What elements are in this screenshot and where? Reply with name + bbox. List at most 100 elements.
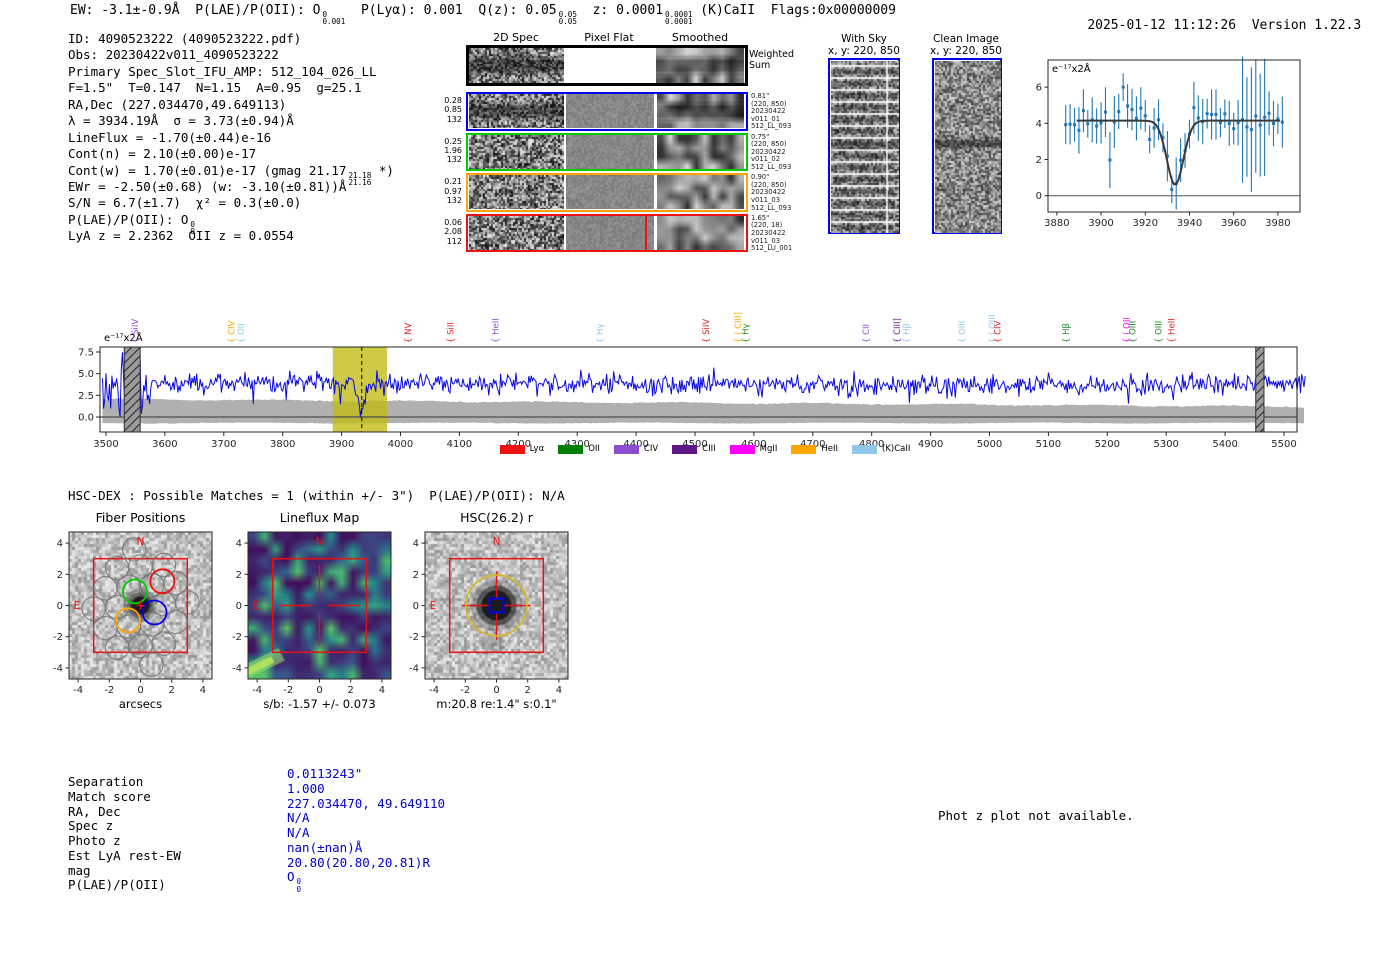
match-table-value: 1.000 bbox=[287, 780, 325, 796]
info-line: λ = 3934.19Å σ = 3.73(±0.94)Å bbox=[68, 113, 294, 129]
info-line: Cont(n) = 2.10(±0.00)e-17 bbox=[68, 146, 257, 162]
elixer-detection-report: EW: -3.1±-0.9Å P(LAE)/P(OII): O 0 0.001 P(… bbox=[0, 0, 1400, 953]
match-table-label: Spec z bbox=[68, 818, 114, 834]
svg-text:s/b: -1.57 +/- 0.073: s/b: -1.57 +/- 0.073 bbox=[263, 697, 375, 711]
svg-text:2: 2 bbox=[1036, 155, 1042, 166]
svg-text:5500: 5500 bbox=[1271, 439, 1296, 450]
svg-text:3980: 3980 bbox=[1265, 218, 1290, 229]
legend-item: (K)CaII bbox=[852, 444, 910, 454]
svg-text:-2: -2 bbox=[283, 685, 293, 696]
svg-text:e⁻¹⁷x2Å: e⁻¹⁷x2Å bbox=[1052, 62, 1091, 75]
svg-text:2: 2 bbox=[236, 570, 242, 581]
legend-label: MgII bbox=[759, 444, 778, 454]
info-line: S/N = 6.7(±1.7) χ² = 0.3(±0.0) bbox=[68, 195, 302, 211]
match-table-value: 20.80(20.80,20.81)R bbox=[287, 854, 430, 870]
spec2d-col-header: Pixel Flat bbox=[584, 31, 634, 44]
legend-swatch bbox=[852, 444, 878, 454]
svg-text:3920: 3920 bbox=[1133, 218, 1158, 229]
spec2d-weighted-label: Weighted Sum bbox=[749, 49, 794, 71]
fiber_positions-overlay: Fiber Positions N E -4 -4 -2 -2 0 0 2 2 4 4 arcsecs bbox=[53, 510, 213, 711]
svg-text:-2: -2 bbox=[460, 685, 470, 696]
svg-text:N: N bbox=[137, 536, 145, 548]
svg-text:N: N bbox=[493, 536, 501, 548]
spec2d-row-left-values: 0.06 2.08 112 bbox=[444, 217, 462, 246]
svg-text:-4: -4 bbox=[53, 663, 63, 674]
spec2d-row-smoothed bbox=[657, 134, 744, 169]
sky-panel-title: With Sky bbox=[841, 33, 887, 45]
svg-text:HSC(26.2) r: HSC(26.2) r bbox=[460, 510, 534, 525]
full-spectrum-plot: 3500360037003800390040004100420043004400… bbox=[78, 312, 1306, 450]
spec2d-row-2d bbox=[469, 215, 564, 250]
svg-text:2.5: 2.5 bbox=[78, 391, 94, 402]
spec2d-row-smoothed bbox=[657, 175, 744, 210]
svg-text:4: 4 bbox=[556, 685, 562, 696]
spec2d-row-pixelflat bbox=[566, 94, 654, 128]
legend-label: HeII bbox=[821, 444, 839, 454]
match-table-label: RA, Dec bbox=[68, 803, 121, 819]
legend-swatch bbox=[672, 444, 698, 454]
svg-text:5000: 5000 bbox=[977, 439, 1002, 450]
info-line: RA,Dec (227.034470,49.649113) bbox=[68, 96, 287, 112]
spec2d-row-pixelflat bbox=[566, 175, 654, 210]
stacked-fraction: 0.0001 0.0001 bbox=[665, 10, 693, 27]
line-fit-plot: 3880 3900 3920 3940 3960 3980 0 2 4 6 e⁻¹⁷x2Å bbox=[1036, 56, 1301, 229]
svg-text:0: 0 bbox=[137, 685, 143, 696]
sky-panel-coords: x, y: 220, 850 bbox=[930, 45, 1002, 57]
svg-text:4: 4 bbox=[413, 539, 419, 550]
spec2d-row-right-labels: 0.81" (220, 850) 20230422 v011_01 512_LL_093 bbox=[751, 92, 792, 131]
clean-image bbox=[934, 60, 1001, 233]
legend-swatch bbox=[613, 444, 639, 454]
lineflux_map-overlay: Lineflux Map N E -4 -4 -2 -2 0 0 2 2 4 4 s/b: -1.57 +… bbox=[232, 510, 392, 711]
svg-text:-2: -2 bbox=[53, 632, 63, 643]
header-summary-line: EW: -3.1±-0.9Å P(LAE)/P(OII): O 0 0.001 P(… bbox=[70, 3, 896, 27]
svg-text:4: 4 bbox=[379, 685, 385, 696]
svg-text:0: 0 bbox=[236, 601, 242, 612]
legend-label: Lyα bbox=[529, 444, 545, 454]
match-table-label: Match score bbox=[68, 788, 151, 804]
svg-text:3900: 3900 bbox=[329, 439, 354, 450]
svg-text:5400: 5400 bbox=[1212, 439, 1237, 450]
svg-text:3960: 3960 bbox=[1221, 218, 1246, 229]
emission-line-marker: { Hβ bbox=[902, 323, 912, 343]
emission-line-marker: { Hγ bbox=[596, 323, 606, 343]
stacked-fraction: 0.05 0.05 bbox=[558, 10, 577, 27]
with-sky-image bbox=[830, 60, 899, 233]
svg-text:Fiber Positions: Fiber Positions bbox=[96, 510, 186, 525]
match-table-label: Photo z bbox=[68, 833, 121, 849]
emission-line-marker: { OIII bbox=[958, 321, 968, 343]
legend-label: (K)CaII bbox=[882, 444, 911, 454]
stacked-fraction: 21.18 21.16 bbox=[348, 170, 372, 187]
emission-line-marker: { OIII bbox=[1129, 321, 1139, 343]
svg-text:4: 4 bbox=[1036, 119, 1042, 130]
svg-text:2: 2 bbox=[348, 685, 354, 696]
svg-text:0: 0 bbox=[493, 685, 499, 696]
svg-text:2: 2 bbox=[169, 685, 175, 696]
info-line: F=1.5" T=0.147 N=1.15 A=0.95 g=25.1 bbox=[68, 80, 362, 96]
info-line: Obs: 20230422v011_4090523222 bbox=[68, 47, 279, 63]
emission-line-marker: { HeII bbox=[491, 318, 501, 343]
report-version: Version 1.22.3 bbox=[1251, 18, 1362, 33]
match-table-value: N/A bbox=[287, 825, 310, 841]
svg-text:0: 0 bbox=[316, 685, 322, 696]
spec2d-row-right-labels: 0.75" (220, 850) 20230422 v011_02 512_LL_093 bbox=[751, 132, 792, 171]
match-table-value: O00 bbox=[287, 869, 302, 894]
info-line: EWr = -2.50(±0.68) (w: -3.10(±0.81))Å bbox=[68, 178, 347, 194]
svg-text:0: 0 bbox=[57, 601, 63, 612]
spec2d-weighted-smoothed bbox=[656, 48, 744, 83]
svg-text:-4: -4 bbox=[429, 685, 439, 696]
svg-text:0: 0 bbox=[413, 601, 419, 612]
sky-panel-coords: x, y: 220, 850 bbox=[828, 45, 900, 57]
svg-text:3900: 3900 bbox=[1088, 218, 1113, 229]
svg-text:-4: -4 bbox=[73, 685, 83, 696]
spec2d-row-right-labels: 1.65" (220, 18) 20230422 v011_03 512_LU_001 bbox=[751, 213, 793, 253]
svg-text:4: 4 bbox=[200, 685, 206, 696]
svg-text:arcsecs: arcsecs bbox=[119, 697, 162, 711]
hsc-dex-header: HSC-DEX : Possible Matches = 1 (within +… bbox=[68, 488, 565, 503]
svg-text:0.0: 0.0 bbox=[78, 413, 94, 424]
svg-text:2: 2 bbox=[413, 570, 419, 581]
spec2d-row-2d bbox=[469, 94, 564, 128]
spec2d-col-header: Smoothed bbox=[671, 31, 729, 44]
spec2d-row-right-labels: 0.90" (220, 850) 20230422 v011_03 512_LL_093 bbox=[751, 173, 792, 212]
match-table-values: 0.0113243" 1.000 227.034470, 49.649110 N/A N… bbox=[287, 766, 445, 894]
match-table-labels: Separation Match score RA, Dec Spec z Photo … bbox=[68, 774, 181, 892]
